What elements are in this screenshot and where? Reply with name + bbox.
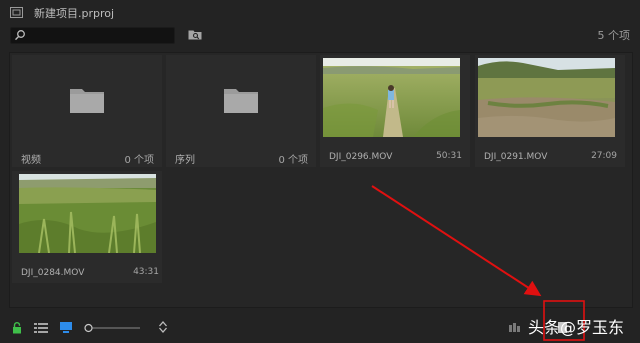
clip-thumbnail: [478, 58, 615, 137]
clip-duration: 50:31: [436, 151, 462, 161]
project-bin-icon: [10, 7, 23, 18]
search-input[interactable]: [10, 27, 175, 44]
sort-icons-button[interactable]: [158, 320, 168, 334]
new-bin-from-search-button[interactable]: [188, 29, 202, 40]
project-title: 新建项目.prproj: [34, 7, 115, 20]
clip-duration: 43:31: [133, 267, 159, 277]
clip-name: DJI_0291.MOV: [484, 152, 548, 162]
item-count: 5 个项: [597, 29, 631, 42]
lock-icon[interactable]: [12, 322, 22, 334]
folder-icon: [224, 89, 258, 113]
bin-item-video[interactable]: 视频 0 个项: [12, 55, 162, 167]
icon-view-button[interactable]: [60, 322, 72, 333]
clip-duration: 27:09: [591, 151, 617, 161]
bin-name: 序列: [175, 155, 195, 166]
list-view-button[interactable]: [34, 322, 48, 333]
watermark: 头条@罗玉东: [528, 318, 625, 337]
bin-item-sequence[interactable]: 序列 0 个项: [166, 55, 316, 167]
search-icon: [15, 30, 25, 41]
meter-icon: [509, 323, 520, 332]
clip-item[interactable]: DJI_0284.MOV 43:31: [12, 171, 162, 283]
clip-item[interactable]: DJI_0291.MOV 27:09: [475, 55, 625, 167]
clip-name: DJI_0284.MOV: [21, 268, 85, 278]
clip-item[interactable]: DJI_0296.MOV 50:31: [320, 55, 470, 167]
project-items-grid: 视频 0 个项 序列 0 个项 DJI_0296.MOV 50:31 DJI_0…: [9, 52, 633, 308]
bin-name: 视频: [21, 155, 41, 166]
clip-name: DJI_0296.MOV: [329, 152, 393, 162]
folder-icon: [70, 89, 104, 113]
clip-thumbnail: [323, 58, 460, 137]
zoom-slider[interactable]: [84, 323, 144, 333]
bin-item-count: 0 个项: [278, 155, 308, 166]
bin-item-count: 0 个项: [124, 155, 154, 166]
clip-thumbnail: [19, 174, 156, 253]
